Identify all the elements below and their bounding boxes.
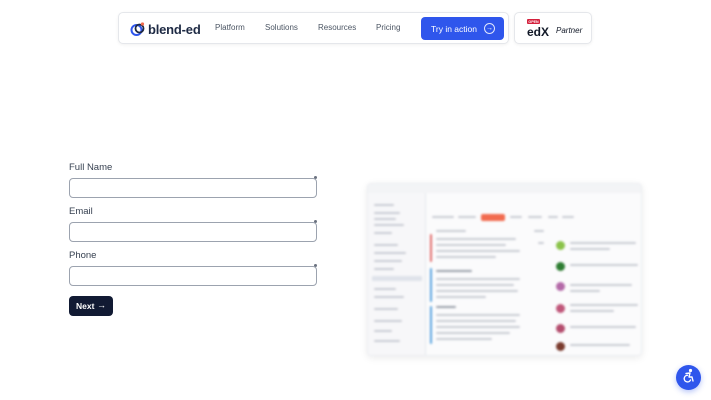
open-edx-logo: OPEN edX xyxy=(526,19,556,44)
nav-resources[interactable]: Resources xyxy=(318,23,356,32)
preview-line xyxy=(436,244,506,246)
logo-text: blend-ed xyxy=(148,21,201,37)
preview-line xyxy=(374,212,400,214)
preview-line xyxy=(374,330,392,332)
preview-line xyxy=(436,270,472,272)
nav-platform[interactable]: Platform xyxy=(215,23,245,32)
site-navbar: blend-ed Platform Solutions Resources Pr… xyxy=(118,12,509,44)
preview-line xyxy=(436,314,520,316)
preview-line xyxy=(570,242,636,244)
blend-ed-logo-icon xyxy=(130,21,146,37)
preview-line xyxy=(374,268,394,270)
email-input[interactable] xyxy=(69,222,317,242)
preview-highlight-tab xyxy=(481,214,505,221)
phone-label: Phone xyxy=(69,250,97,261)
preview-avatar xyxy=(556,241,565,250)
preview-line xyxy=(548,216,558,218)
preview-line xyxy=(562,216,574,218)
preview-line xyxy=(436,320,516,322)
preview-line xyxy=(534,230,544,232)
preview-line xyxy=(570,290,600,292)
preview-line xyxy=(570,344,630,346)
preview-avatar xyxy=(556,304,565,313)
preview-line xyxy=(372,276,422,281)
preview-line xyxy=(374,224,404,226)
preview-line xyxy=(436,332,510,334)
preview-line xyxy=(374,288,396,290)
open-edx-badge-text: OPEN xyxy=(528,20,539,24)
preview-line xyxy=(436,290,518,292)
preview-line xyxy=(436,306,456,308)
email-label: Email xyxy=(69,206,93,217)
preview-line xyxy=(374,232,392,234)
preview-line xyxy=(570,264,638,266)
preview-line xyxy=(436,338,492,340)
next-button[interactable]: Next → xyxy=(69,296,113,316)
preview-line xyxy=(570,326,636,328)
full-name-input[interactable] xyxy=(69,178,317,198)
preview-line xyxy=(374,218,396,220)
preview-line xyxy=(374,204,394,206)
preview-line xyxy=(436,278,520,280)
preview-line xyxy=(374,260,402,262)
accessibility-widget-button[interactable] xyxy=(676,365,701,390)
preview-bar xyxy=(430,234,432,262)
nav-solutions[interactable]: Solutions xyxy=(265,23,298,32)
preview-line xyxy=(570,284,632,286)
preview-line xyxy=(436,238,516,240)
preview-line xyxy=(458,216,476,218)
preview-line xyxy=(436,326,520,328)
preview-line xyxy=(436,296,486,298)
arrow-right-icon: → xyxy=(97,300,106,310)
phone-input[interactable] xyxy=(69,266,317,286)
preview-line xyxy=(436,256,496,258)
preview-line xyxy=(374,308,398,310)
preview-avatar xyxy=(556,262,565,271)
preview-avatar xyxy=(556,324,565,333)
preview-line xyxy=(570,310,614,312)
accessibility-icon xyxy=(681,368,696,388)
preview-line xyxy=(528,216,542,218)
preview-line xyxy=(374,296,404,298)
open-edx-partner-badge[interactable]: OPEN edX Partner xyxy=(514,12,592,44)
product-preview-image xyxy=(367,183,642,356)
preview-line xyxy=(432,216,454,218)
preview-bar xyxy=(430,306,432,344)
preview-line xyxy=(374,244,398,246)
preview-line xyxy=(510,216,522,218)
try-in-action-label: Try in action xyxy=(431,23,477,34)
preview-line xyxy=(374,340,400,342)
preview-line xyxy=(436,250,520,252)
edx-logo-text: edX xyxy=(527,25,549,39)
preview-line xyxy=(538,242,544,244)
preview-line xyxy=(374,252,406,254)
blend-ed-logo[interactable]: blend-ed xyxy=(130,20,201,38)
arrow-right-circle-icon: → xyxy=(484,23,495,34)
preview-bar xyxy=(430,268,432,302)
preview-avatar xyxy=(556,282,565,291)
preview-line xyxy=(436,284,514,286)
preview-topbar xyxy=(368,184,641,193)
preview-avatar xyxy=(556,342,565,351)
next-button-label: Next xyxy=(76,301,95,311)
preview-line xyxy=(374,320,402,322)
partner-label: Partner xyxy=(556,26,583,35)
try-in-action-button[interactable]: Try in action → xyxy=(421,17,504,40)
preview-line xyxy=(436,230,466,232)
preview-line xyxy=(570,304,638,306)
preview-line xyxy=(570,248,610,250)
full-name-label: Full Name xyxy=(69,162,113,173)
nav-pricing[interactable]: Pricing xyxy=(376,23,400,32)
